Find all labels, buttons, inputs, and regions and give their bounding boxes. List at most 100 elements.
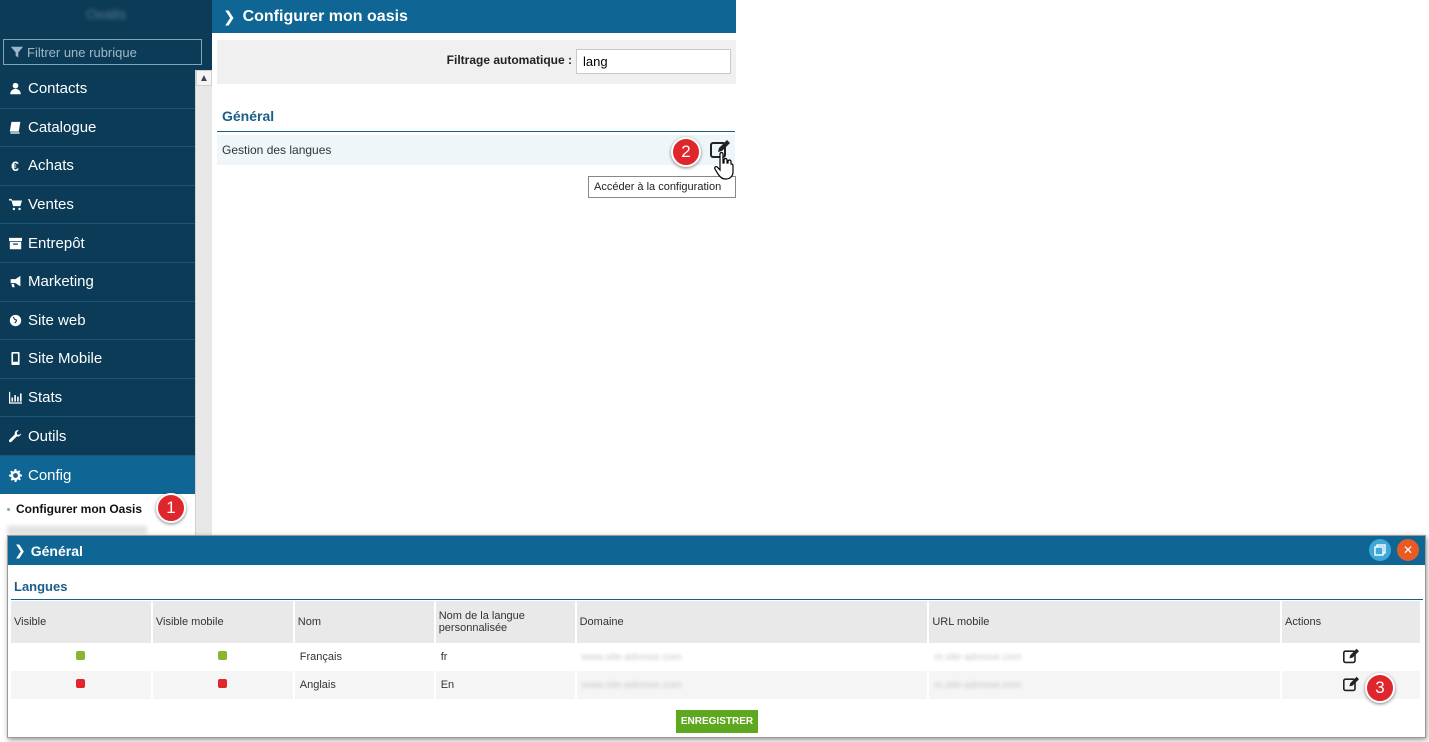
- languages-table: Visible Visible mobile Nom Nom de la lan…: [11, 601, 1422, 699]
- step-badge-1: 1: [156, 493, 186, 523]
- sidebar-filter-input[interactable]: Filtrer une rubrique: [3, 39, 202, 65]
- sidebar-item-site-mobile[interactable]: Site Mobile: [0, 340, 195, 379]
- sidebar-item-achats[interactable]: € Achats: [0, 147, 195, 186]
- sidebar-item-label: Catalogue: [28, 118, 97, 136]
- close-button[interactable]: ✕: [1397, 539, 1419, 561]
- archive-icon: [0, 237, 28, 250]
- table-row: Anglais En www.site-adresse.com m.site-a…: [11, 671, 1422, 699]
- edit-icon[interactable]: [1342, 676, 1360, 692]
- gear-icon: [0, 468, 28, 482]
- sidebar-menu: Contacts Catalogue € Achats Ventes Entre…: [0, 70, 195, 495]
- column-header-actions: Actions: [1281, 601, 1422, 643]
- euro-icon: €: [11, 157, 19, 174]
- sidebar-item-outils[interactable]: Outils: [0, 417, 195, 456]
- language-name: Français: [293, 643, 436, 671]
- mobile-icon: [0, 352, 28, 366]
- modal-header: ❯ Général ✕: [8, 536, 1425, 565]
- save-button[interactable]: ENREGISTRER: [676, 710, 758, 733]
- visible-mobile-cell[interactable]: [151, 643, 295, 671]
- chevron-right-icon: ❯: [223, 8, 236, 26]
- domain-value: www.site-adresse.com: [581, 652, 682, 663]
- section-title-general: Général: [222, 108, 275, 124]
- sidebar-item-stats[interactable]: Stats: [0, 378, 195, 418]
- actions-cell: [1281, 671, 1422, 699]
- filter-bar: Filtrage automatique :: [217, 40, 736, 84]
- mobile-url-value: m.site-adresse.com: [934, 680, 1022, 691]
- user-icon: [0, 82, 28, 95]
- sidebar-item-label: Achats: [28, 157, 74, 175]
- column-header-nom[interactable]: Nom: [293, 601, 436, 643]
- sidebar-item-config[interactable]: Config: [0, 455, 195, 495]
- sidebar-item-entrepot[interactable]: Entrepôt: [0, 224, 195, 263]
- mobile-url-value: m.site-adresse.com: [934, 652, 1022, 663]
- auto-filter-input[interactable]: [576, 49, 731, 74]
- globe-icon: [0, 314, 28, 327]
- mobile-url-cell: m.site-adresse.com: [928, 671, 1283, 699]
- chevron-right-icon: ❯: [14, 542, 26, 558]
- actions-cell: [1281, 643, 1422, 671]
- section-divider: [11, 599, 1423, 600]
- sidebar-item-label: Outils: [28, 427, 67, 445]
- page-header: ❯ Configurer mon oasis: [212, 0, 736, 33]
- sidebar-item-label: Config: [28, 466, 72, 484]
- submenu-item-configurer-mon-oasis[interactable]: Configurer mon Oasis: [7, 502, 142, 516]
- status-dot: [76, 679, 86, 688]
- column-header-nom-personnalise[interactable]: Nom de la langue personnalisée: [434, 601, 577, 643]
- visible-cell[interactable]: [11, 643, 153, 671]
- config-row-gestion-langues: Gestion des langues: [217, 135, 735, 165]
- column-header-domaine[interactable]: Domaine: [575, 601, 930, 643]
- filter-label: Filtrage automatique :: [446, 53, 572, 67]
- book-icon: [0, 121, 28, 134]
- step-badge-2: 2: [671, 137, 701, 167]
- sidebar-item-label: Site web: [28, 311, 86, 329]
- sidebar-item-label: Entrepôt: [28, 234, 85, 252]
- column-header-visible-mobile[interactable]: Visible mobile: [151, 601, 295, 643]
- submenu-item-hidden: [7, 526, 147, 534]
- wrench-icon: [0, 429, 28, 443]
- section-divider: [217, 131, 735, 132]
- general-modal: ❯ Général ✕ Langues Visible Visible mobi…: [7, 535, 1426, 738]
- domain-cell: www.site-adresse.com: [575, 671, 930, 699]
- status-dot: [218, 679, 228, 688]
- domain-value: www.site-adresse.com: [581, 680, 682, 691]
- status-dot: [76, 651, 86, 660]
- sidebar-item-label: Stats: [28, 389, 63, 407]
- table-row: Français fr www.site-adresse.com m.site-…: [11, 643, 1422, 671]
- mobile-url-cell: m.site-adresse.com: [928, 643, 1283, 671]
- modal-title: Général: [30, 542, 83, 559]
- edit-icon[interactable]: [1342, 648, 1360, 664]
- language-name: Anglais: [293, 671, 436, 699]
- megaphone-icon: [0, 275, 28, 288]
- domain-cell: www.site-adresse.com: [575, 643, 930, 671]
- cart-icon: [0, 198, 28, 211]
- sidebar-item-contacts[interactable]: Contacts: [0, 70, 195, 109]
- visible-cell[interactable]: [11, 671, 153, 699]
- column-header-visible[interactable]: Visible: [11, 601, 153, 643]
- maximize-button[interactable]: [1369, 539, 1391, 561]
- visible-mobile-cell[interactable]: [151, 671, 295, 699]
- sidebar-item-marketing[interactable]: Marketing: [0, 262, 195, 302]
- table-header-row: Visible Visible mobile Nom Nom de la lan…: [11, 601, 1422, 643]
- scroll-up-arrow-icon[interactable]: ▲: [196, 70, 212, 86]
- funnel-icon: [10, 46, 24, 58]
- sidebar-item-ventes[interactable]: Ventes: [0, 185, 195, 225]
- language-custom-name: fr: [434, 643, 577, 671]
- step-badge-3: 3: [1365, 673, 1395, 703]
- close-icon: ✕: [1402, 543, 1414, 557]
- sidebar-item-label: Marketing: [28, 273, 94, 291]
- languages-section-title: Langues: [14, 579, 68, 594]
- language-custom-name: En: [434, 671, 577, 699]
- sidebar-filter-placeholder: Filtrer une rubrique: [27, 44, 137, 60]
- status-dot: [218, 651, 228, 660]
- sidebar-header: Oxatis Filtrer une rubrique: [0, 0, 212, 70]
- sidebar-item-label: Ventes: [28, 196, 74, 214]
- config-row-label: Gestion des langues: [222, 143, 332, 157]
- bar-chart-icon: [0, 391, 28, 404]
- sidebar-scrollbar[interactable]: ▲: [195, 70, 212, 535]
- sidebar-item-catalogue[interactable]: Catalogue: [0, 108, 195, 148]
- sidebar-item-label: Site Mobile: [28, 350, 103, 368]
- sidebar-item-site-web[interactable]: Site web: [0, 301, 195, 341]
- sidebar: Oxatis Filtrer une rubrique Contacts Cat…: [0, 0, 212, 535]
- sidebar-item-label: Contacts: [28, 80, 88, 98]
- column-header-url-mobile[interactable]: URL mobile: [928, 601, 1283, 643]
